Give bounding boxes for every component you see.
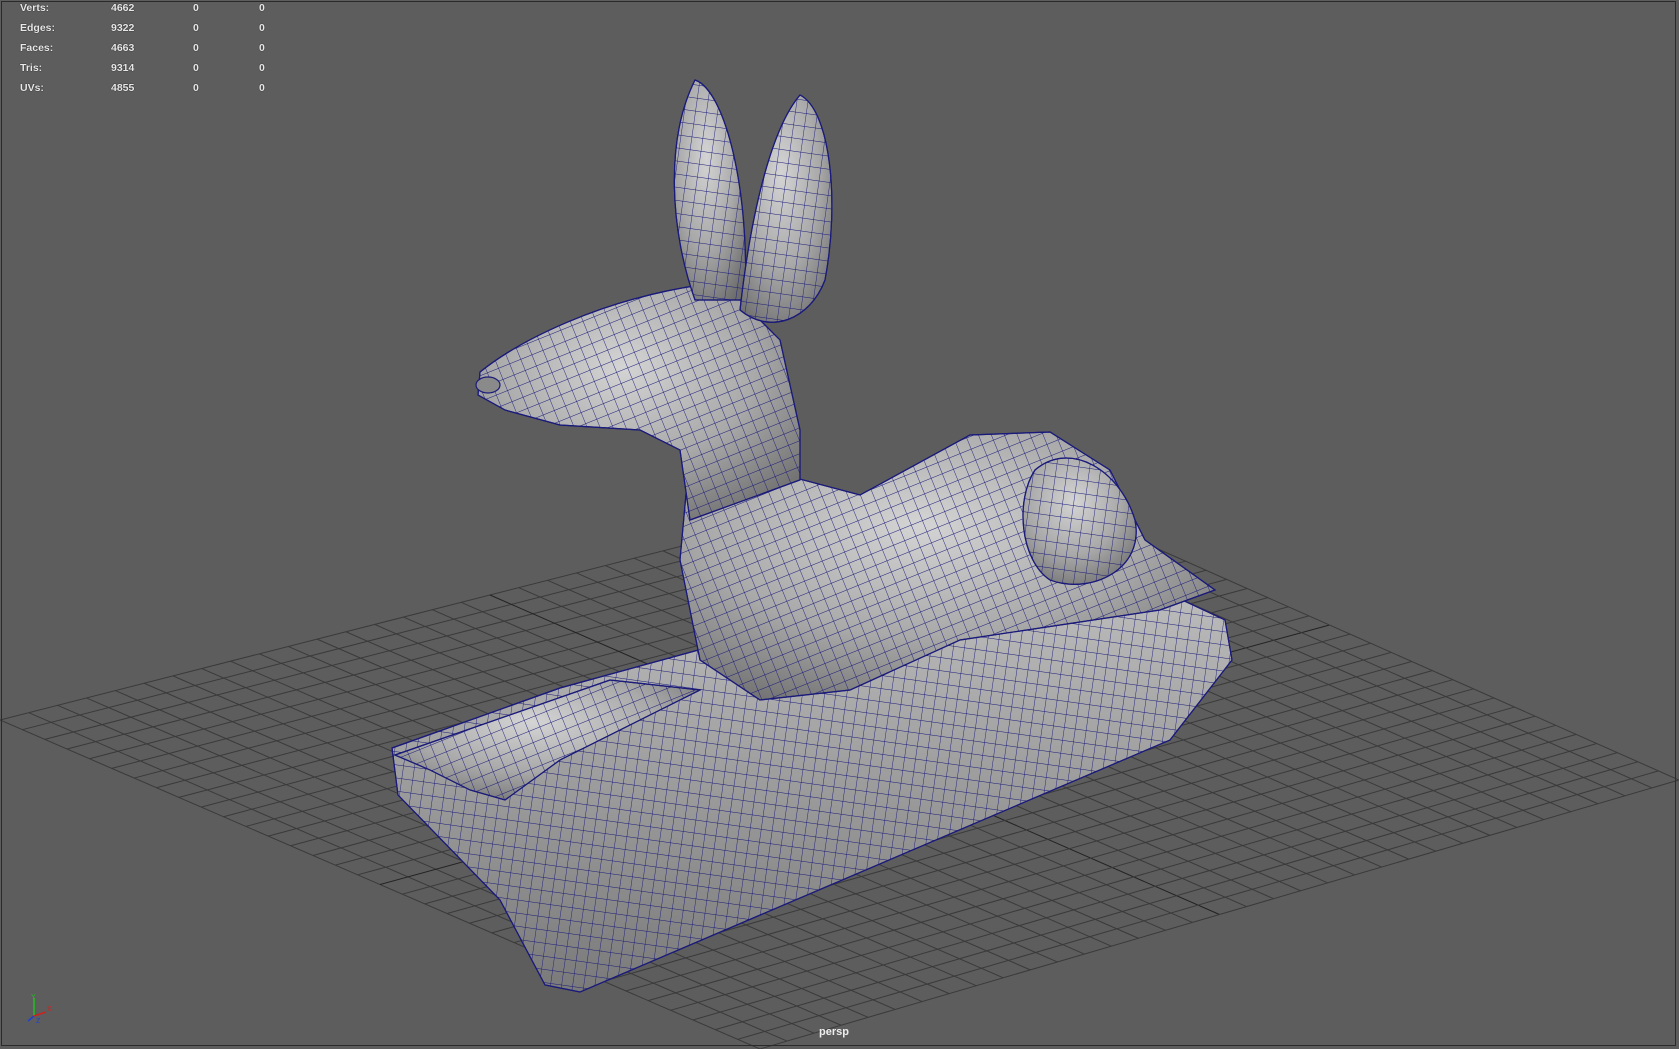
hud-total: 9314 [111, 62, 135, 74]
z-axis-label: Z [36, 1018, 41, 1024]
hud-selected: 0 [193, 42, 199, 54]
viewport-scene[interactable] [0, 0, 1679, 1049]
camera-name-label: persp [819, 1026, 849, 1038]
x-axis-line [33, 1011, 47, 1017]
hud-selected: 0 [193, 2, 199, 14]
hud-component: 0 [259, 82, 265, 94]
hud-total: 4855 [111, 82, 135, 94]
hud-label: Edges: [20, 22, 56, 34]
hud-selected: 0 [193, 82, 199, 94]
hud-label: Tris: [20, 62, 43, 74]
hud-component: 0 [259, 62, 265, 74]
hud-total: 4662 [111, 2, 135, 14]
hud-selected: 0 [193, 62, 199, 74]
hud-total: 4663 [111, 42, 135, 54]
hud-total: 9322 [111, 22, 135, 34]
hud-selected: 0 [193, 22, 199, 34]
hud-label: Faces: [20, 42, 54, 54]
axis-gizmo-icon: Y X Z [27, 994, 52, 1024]
hud-label: Verts: [20, 2, 50, 14]
jackal-model[interactable] [391, 79, 1233, 993]
y-axis-label: Y [31, 994, 36, 1001]
x-axis-label: X [47, 1006, 52, 1013]
perspective-viewport[interactable]: Verts: 4662 0 0 Edges: 9322 0 0 Faces: 4… [0, 0, 1679, 1049]
model-nose [475, 376, 501, 394]
hud-component: 0 [259, 2, 265, 14]
z-axis-line [27, 1015, 35, 1022]
hud-component: 0 [259, 22, 265, 34]
hud-label: UVs: [20, 82, 44, 94]
hud-component: 0 [259, 42, 265, 54]
